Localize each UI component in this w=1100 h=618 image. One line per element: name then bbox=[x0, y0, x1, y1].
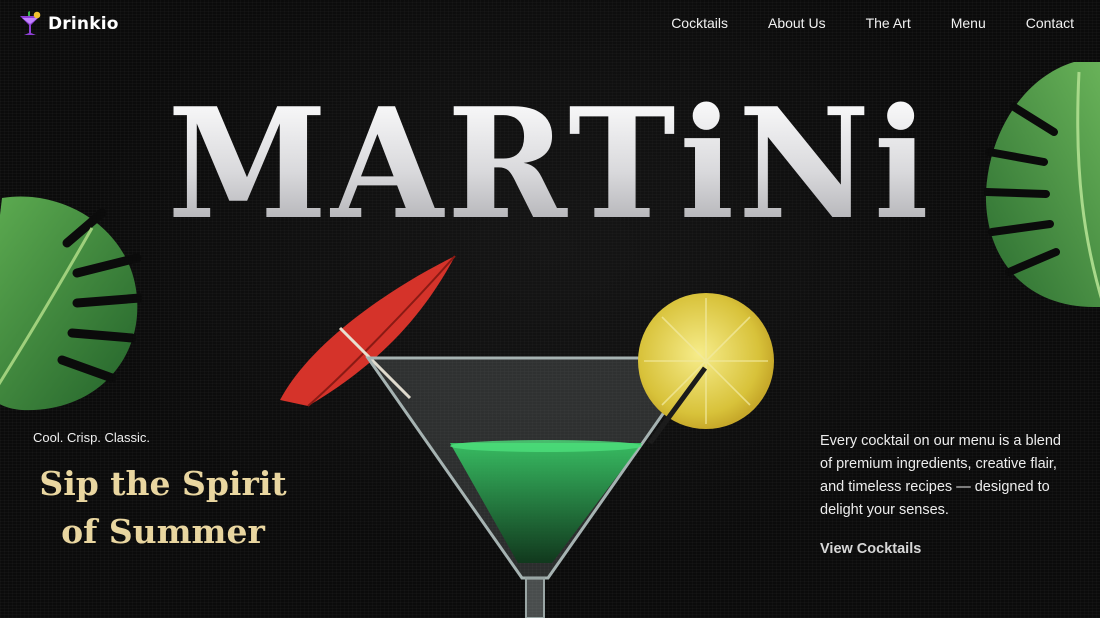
view-cocktails-link[interactable]: View Cocktails bbox=[820, 541, 921, 557]
cocktail-glass-icon bbox=[20, 11, 41, 35]
brand-logo[interactable]: Drinkio bbox=[18, 10, 119, 38]
hero-headline-line-1: Sip the Spirit bbox=[39, 464, 287, 503]
nav-link-the-art[interactable]: The Art bbox=[866, 15, 911, 31]
hero-headline-line-2: of Summer bbox=[61, 512, 265, 551]
hero-tagline: Cool. Crisp. Classic. bbox=[33, 430, 151, 445]
hero-title: MARTiNi bbox=[28, 88, 1073, 240]
navbar: Drinkio Cocktails About Us The Art Menu … bbox=[0, 0, 1100, 50]
hero-headline: Sip the Spirit of Summer bbox=[33, 460, 293, 556]
nav-link-contact[interactable]: Contact bbox=[1026, 15, 1074, 31]
nav-link-about-us[interactable]: About Us bbox=[768, 15, 826, 31]
martini-glass-image bbox=[280, 255, 774, 618]
nav-link-cocktails[interactable]: Cocktails bbox=[671, 15, 728, 31]
main-nav: Cocktails About Us The Art Menu Contact bbox=[671, 15, 1074, 31]
hero-description: Every cocktail on our menu is a blend of… bbox=[820, 433, 1061, 518]
brand-name: Drinkio bbox=[48, 14, 119, 34]
nav-link-menu[interactable]: Menu bbox=[951, 15, 986, 31]
